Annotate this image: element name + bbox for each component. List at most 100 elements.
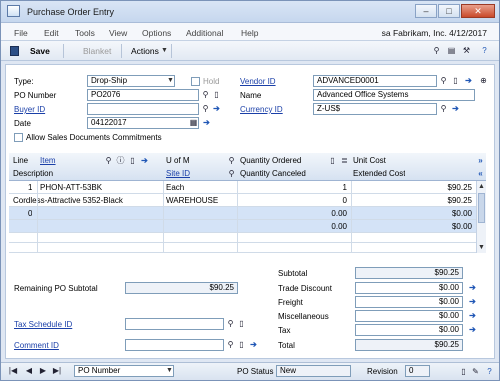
miscellaneous-label: Miscellaneous (278, 312, 329, 321)
menu-view[interactable]: View (109, 28, 127, 38)
print-icon[interactable]: ▤ (446, 45, 457, 56)
lookup-icon[interactable]: ⚲ (225, 339, 236, 350)
sort-by-dropdown[interactable]: PO Number (74, 365, 174, 377)
note-icon[interactable]: ▯ (211, 89, 222, 100)
note-icon[interactable]: ▯ (127, 155, 138, 166)
date-label: Date (14, 119, 31, 128)
date-field[interactable]: 04122017 (87, 117, 199, 129)
expand-arrow-icon[interactable]: ➔ (467, 282, 478, 293)
first-record-icon[interactable]: |◀ (8, 366, 18, 376)
lookup-icon[interactable]: ⚲ (226, 168, 237, 179)
lookup-icon[interactable]: ⚲ (225, 318, 236, 329)
info-icon[interactable]: ⓘ (115, 155, 126, 166)
hold-checkbox[interactable] (191, 77, 200, 86)
row-cost: $90.25 (447, 183, 472, 192)
type-dropdown[interactable]: Drop-Ship (87, 75, 175, 87)
lookup-icon[interactable]: ⚲ (438, 103, 449, 114)
grid-column-divider (351, 181, 352, 253)
tax-schedule-id-field[interactable] (125, 318, 224, 330)
help-icon[interactable]: ? (479, 45, 490, 56)
buyer-id-link[interactable]: Buyer ID (14, 105, 45, 114)
actions-button[interactable]: Actions (131, 46, 159, 56)
toolbar-separator (171, 44, 172, 58)
tax-label: Tax (278, 326, 291, 335)
expand-arrow-icon[interactable]: ➔ (139, 155, 150, 166)
comment-id-link[interactable]: Comment ID (14, 341, 59, 350)
previous-record-icon[interactable]: ◀ (24, 366, 34, 376)
col-item[interactable]: Item (40, 155, 56, 167)
collapse-rows-icon[interactable]: « (475, 168, 486, 179)
miscellaneous-field[interactable]: $0.00 (355, 310, 463, 322)
distribution-icon[interactable]: ≣ (339, 155, 350, 166)
freight-field[interactable]: $0.00 (355, 296, 463, 308)
menu-file[interactable]: File (14, 28, 28, 38)
blanket-button[interactable]: Blanket (83, 46, 111, 56)
trade-discount-field[interactable]: $0.00 (355, 282, 463, 294)
lookup-icon[interactable]: ⚲ (103, 155, 114, 166)
po-status-label: PO Status (237, 367, 274, 376)
hammer-icon[interactable]: ⚒ (461, 45, 472, 56)
maximize-button[interactable]: □ (438, 4, 460, 18)
scroll-up-icon[interactable]: ▲ (478, 183, 485, 190)
note-icon[interactable]: ▯ (450, 75, 461, 86)
lookup-icon[interactable]: ⚲ (200, 103, 211, 114)
sort-by-value: PO Number (78, 366, 121, 375)
row-quantity-canceled: 0 (342, 196, 347, 205)
tax-schedule-id-link[interactable]: Tax Schedule ID (14, 320, 72, 329)
scrollbar-thumb[interactable] (478, 193, 485, 223)
po-number-field[interactable]: PO2076 (87, 89, 199, 101)
currency-id-field[interactable]: Z-US$ (313, 103, 437, 115)
close-button[interactable]: ✕ (461, 4, 495, 18)
menu-additional[interactable]: Additional (186, 28, 223, 38)
note-icon[interactable]: ▯ (327, 155, 338, 166)
help-icon[interactable]: ? (484, 366, 495, 377)
col-unit-cost: Unit Cost (353, 156, 386, 165)
buyer-id-field[interactable] (87, 103, 199, 115)
allow-commitments-checkbox[interactable] (14, 133, 23, 142)
menu-tools[interactable]: Tools (75, 28, 95, 38)
save-button[interactable]: Save (30, 46, 50, 56)
lookup-icon[interactable]: ⚲ (226, 155, 237, 166)
comment-id-field[interactable] (125, 339, 224, 351)
expand-arrow-icon[interactable]: ➔ (463, 75, 474, 86)
address-icon[interactable]: ⊕ (478, 75, 489, 86)
vendor-name-field[interactable]: Advanced Office Systems (313, 89, 475, 101)
menu-edit[interactable]: Edit (44, 28, 59, 38)
table-row[interactable] (9, 243, 476, 253)
lookup-icon[interactable]: ⚲ (200, 89, 211, 100)
vendor-id-field[interactable]: ADVANCED0001 (313, 75, 437, 87)
lock-icon[interactable]: ⚲ (431, 45, 442, 56)
expand-arrow-icon[interactable]: ➔ (450, 103, 461, 114)
row-extended-cost: $0.00 (451, 222, 472, 231)
next-record-icon[interactable]: ▶ (38, 366, 48, 376)
expand-arrow-icon[interactable]: ➔ (211, 103, 222, 114)
last-record-icon[interactable]: ▶| (52, 366, 62, 376)
note-icon[interactable]: ▯ (458, 366, 469, 377)
expand-arrow-icon[interactable]: ➔ (467, 296, 478, 307)
edit-icon[interactable]: ✎ (470, 366, 481, 377)
note-icon[interactable]: ▯ (236, 318, 247, 329)
table-row[interactable] (9, 233, 476, 243)
expand-arrow-icon[interactable]: ➔ (248, 339, 259, 350)
col-description: Description (13, 169, 54, 178)
remaining-po-subtotal-label: Remaining PO Subtotal (14, 284, 98, 293)
scroll-down-icon[interactable]: ▼ (478, 244, 485, 251)
currency-id-link[interactable]: Currency ID (240, 105, 283, 114)
expand-arrow-icon[interactable]: ➔ (467, 324, 478, 335)
col-quantity-canceled: Quantity Canceled (240, 169, 306, 178)
expand-arrow-icon[interactable]: ➔ (467, 310, 478, 321)
minimize-button[interactable]: – (415, 4, 437, 18)
note-icon[interactable]: ▯ (236, 339, 247, 350)
row-uofm: Each (166, 183, 185, 192)
lookup-icon[interactable]: ⚲ (438, 75, 449, 86)
menu-options[interactable]: Options (142, 28, 171, 38)
col-site-id[interactable]: Site ID (166, 168, 190, 180)
menu-help[interactable]: Help (241, 28, 258, 38)
expand-arrow-icon[interactable]: ➔ (201, 117, 212, 128)
vendor-id-link[interactable]: Vendor ID (240, 77, 276, 86)
row-line: 0 (28, 209, 33, 218)
tax-field[interactable]: $0.00 (355, 324, 463, 336)
calendar-icon[interactable]: ▦ (188, 117, 199, 128)
row-cost: $0.00 (451, 209, 472, 218)
expand-rows-icon[interactable]: » (475, 155, 486, 166)
